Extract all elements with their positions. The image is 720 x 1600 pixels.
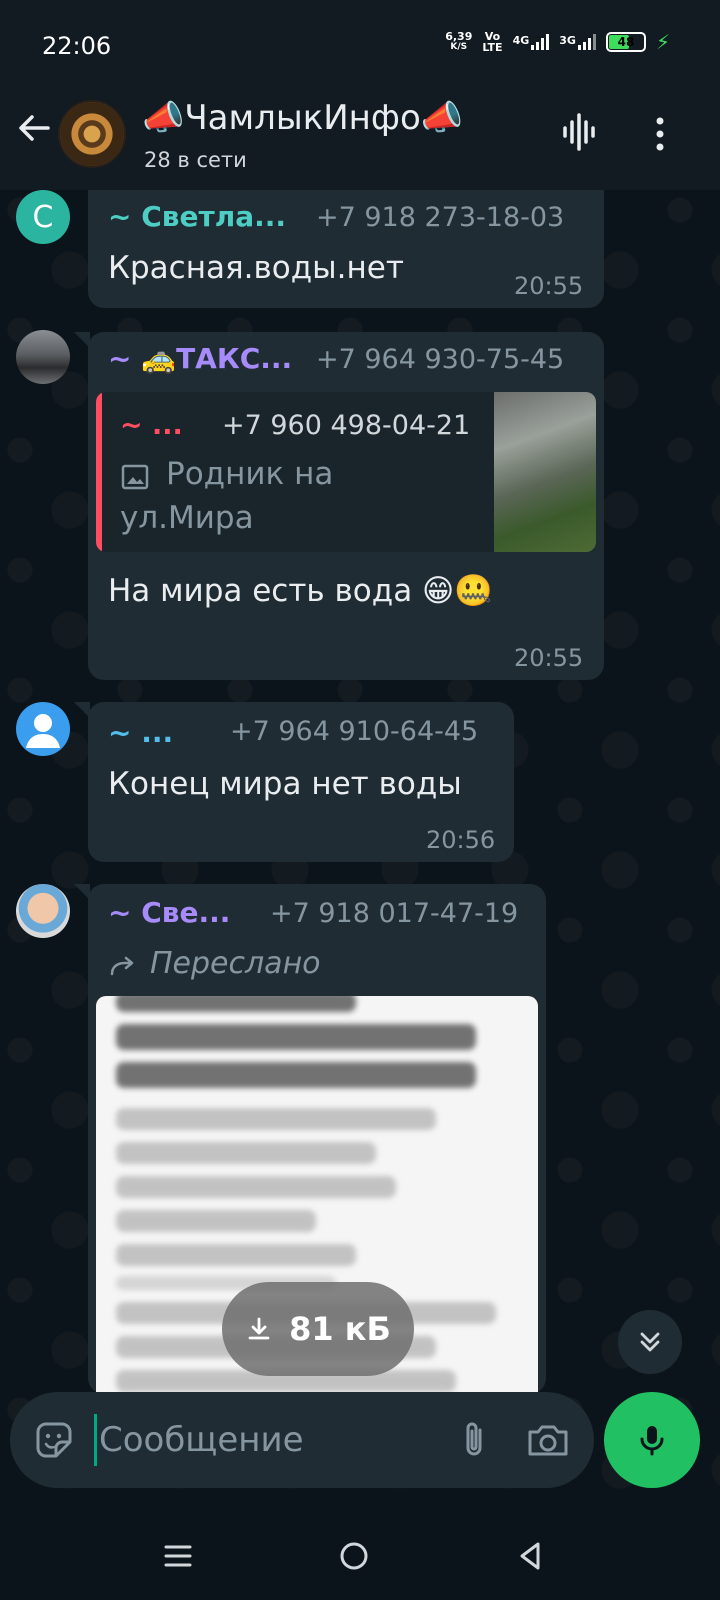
voice-chat-icon[interactable] [560,112,600,152]
volte-bottom: LTE [482,41,503,54]
voice-record-button[interactable] [604,1392,700,1488]
message-phone: +7 964 910-64-45 [230,716,479,747]
message-time: 20:55 [514,272,584,300]
battery-level: 48 [617,35,635,49]
message-bubble[interactable]: ~ ... +7 964 910-64-45 Конец мира нет во… [74,702,514,862]
quote-sender: ~ ... [120,410,183,441]
download-button[interactable]: 81 кБ [222,1282,414,1376]
quote-phone: +7 960 498-04-21 [222,410,471,441]
avatar-letter: С [32,199,54,235]
status-bar: 22:06 6,39 K/S Vo LTE 4G 3G 48 ⚡ [0,0,720,90]
more-options-icon[interactable] [650,114,670,154]
charging-icon: ⚡ [655,30,670,54]
back-arrow-icon[interactable] [14,108,54,148]
message-text: Конец мира нет воды [108,766,462,802]
message-sender[interactable]: ~ Светла... [108,200,286,233]
message-time: 20:56 [426,826,496,854]
message-input[interactable] [94,1414,414,1466]
image-icon [121,464,149,490]
message-sender[interactable]: ~ Све... [108,896,230,929]
microphone-icon [640,1426,664,1456]
forward-icon [110,956,134,976]
quote-accent-bar [96,392,102,552]
network-speed: 6,39 K/S [445,31,472,53]
group-title[interactable]: 📣ЧамлыкИнфо📣 [142,98,463,138]
scroll-to-bottom-button[interactable] [618,1310,682,1374]
message-text: Красная.воды.нет [108,250,404,286]
attach-paperclip-icon[interactable] [452,1418,496,1462]
system-navigation-bar [0,1510,720,1600]
net1-label: 4G [512,34,530,47]
sender-avatar-default[interactable] [16,702,70,756]
sender-avatar-taxi[interactable] [16,330,70,384]
quote-text-line1: Родник на [166,456,334,492]
network-speed-value: 6,39 [445,30,473,43]
quote-thumbnail-image [494,392,596,552]
message-time: 20:55 [514,644,584,672]
quoted-message[interactable]: ~ ... +7 960 498-04-21 Родник на ул.Мира [96,392,596,552]
message-phone: +7 918 017-47-19 [270,898,519,929]
group-avatar[interactable] [58,100,126,168]
message-phone: +7 964 930-75-45 [316,344,565,375]
message-bubble[interactable]: ~ Светла... +7 918 273-18-03 Красная.вод… [88,190,604,308]
online-count[interactable]: 28 в сети [144,148,247,172]
net2-label: 3G [559,34,576,47]
download-icon [248,1317,270,1340]
message-text: На мира есть вода 😁🤐 [108,573,493,609]
download-size: 81 кБ [289,1310,391,1348]
quote-text-line2: ул.Мира [120,500,254,536]
recent-apps-icon[interactable] [160,1538,196,1574]
message-bubble[interactable]: ~ 🚕ТАКС... +7 964 930-75-45 ~ ... +7 960… [74,332,604,680]
home-icon[interactable] [336,1538,372,1574]
camera-icon[interactable] [524,1418,572,1462]
message-composer [10,1392,594,1488]
sender-avatar-baby[interactable] [16,884,70,938]
sticker-emoji-icon[interactable] [32,1418,76,1462]
network-speed-unit: K/S [450,42,468,52]
back-triangle-icon[interactable] [512,1538,548,1574]
status-icons: 6,39 K/S Vo LTE 4G 3G 48 ⚡ [445,30,670,54]
default-user-icon [26,714,60,748]
signal-4g-icon: 4G [513,34,550,50]
forwarded-label: Переслано [150,946,321,981]
double-chevron-down-icon [640,1332,660,1352]
battery-icon: 48 [605,32,646,52]
sender-avatar-svetlana[interactable]: С [16,190,70,244]
message-sender[interactable]: ~ 🚕ТАКС... [108,342,292,375]
message-sender[interactable]: ~ ... [108,716,173,749]
volte-icon: Vo LTE [482,31,502,53]
chat-header: 📣ЧамлыкИнфо📣 28 в сети [0,90,720,190]
message-phone: +7 918 273-18-03 [316,202,565,233]
status-time: 22:06 [42,32,112,60]
signal-3g-icon: 3G [559,34,596,50]
